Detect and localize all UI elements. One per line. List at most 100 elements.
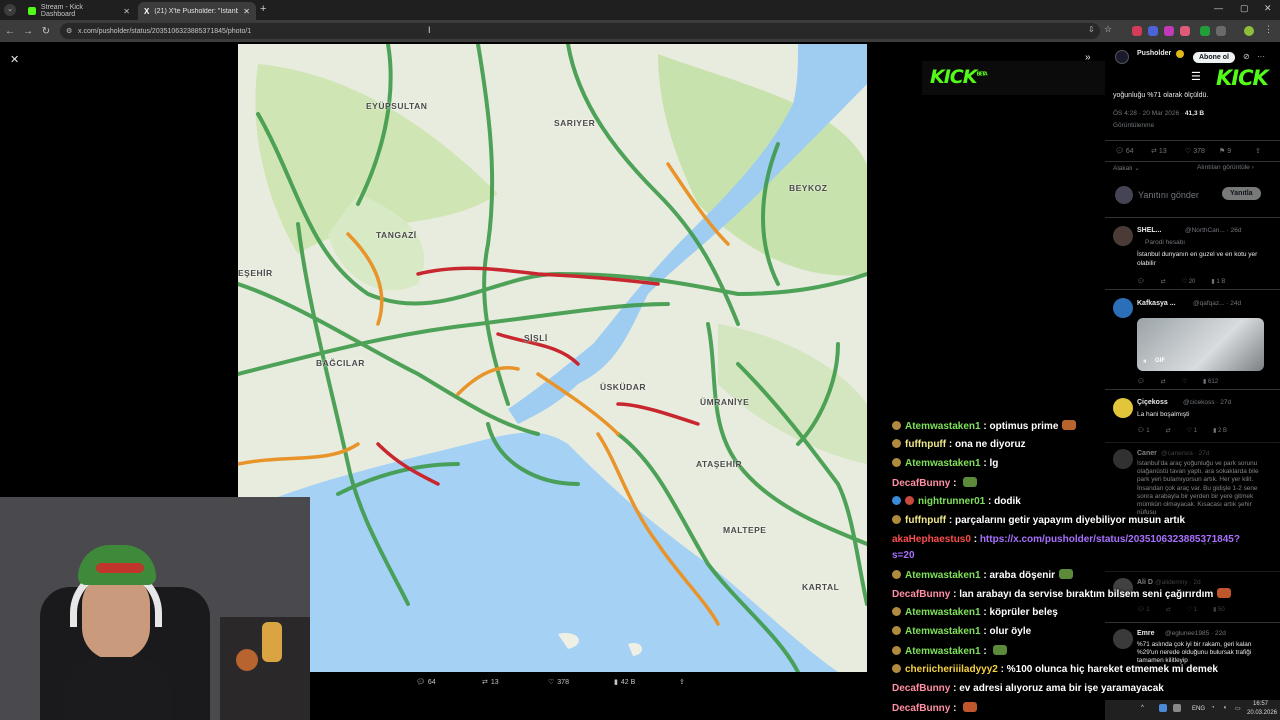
- extension-icon[interactable]: [1148, 26, 1158, 36]
- map-label: ÜMRANİYE: [700, 397, 750, 407]
- bookmark-star-icon[interactable]: ☆: [1104, 24, 1112, 35]
- chat-username[interactable]: fuffnpuff: [905, 515, 946, 526]
- extension-icon[interactable]: [1200, 26, 1210, 36]
- install-app-icon[interactable]: ⇩: [1088, 25, 1095, 34]
- close-photo-icon[interactable]: ✕: [10, 53, 19, 66]
- kick-favicon-icon: [28, 7, 36, 15]
- forward-icon[interactable]: →: [20, 23, 36, 39]
- window-close-icon[interactable]: ✕: [1264, 3, 1272, 14]
- post-author[interactable]: Pusholder: [1137, 50, 1171, 57]
- reply-item[interactable]: Kafkasya ... @qafqaz... · 24d ⏸ GIF 💬︎ ⇄ ♡…: [1105, 289, 1280, 389]
- reload-icon[interactable]: ↻: [38, 23, 54, 39]
- reply-gif[interactable]: ⏸ GIF: [1137, 318, 1264, 371]
- tray-app-icon[interactable]: [1173, 704, 1181, 712]
- reply-item[interactable]: SHEL... @NorthCan... · 26d Parodi hesabı…: [1105, 217, 1280, 289]
- clock-time[interactable]: 16:57: [1253, 701, 1268, 707]
- reply-avatar[interactable]: [1113, 298, 1133, 318]
- sort-dropdown[interactable]: Alakalı ⌄: [1113, 164, 1140, 172]
- reply-author[interactable]: Kafkasya ...: [1137, 300, 1176, 307]
- reply-input[interactable]: Yanıtını gönder: [1138, 190, 1199, 200]
- new-tab-button[interactable]: +: [260, 3, 266, 15]
- pause-icon[interactable]: ⏸: [1143, 358, 1147, 366]
- extension-icon[interactable]: [1132, 26, 1142, 36]
- avatar[interactable]: [1244, 26, 1254, 36]
- extension-icon[interactable]: [1180, 26, 1190, 36]
- wifi-icon[interactable]: ◔: [1211, 705, 1215, 711]
- tab-search-button[interactable]: ⌄: [4, 4, 16, 16]
- bookmark-stat[interactable]: ⚑ 9: [1219, 147, 1231, 155]
- reply-submit-button[interactable]: Yanıtla: [1222, 187, 1261, 200]
- site-info-icon[interactable]: ⚙: [66, 27, 72, 35]
- chat-username[interactable]: nightrunner01: [918, 496, 985, 507]
- repost-icon[interactable]: ⇄: [1161, 278, 1166, 285]
- clock-date[interactable]: 20.03.2026: [1247, 710, 1277, 716]
- chat-username[interactable]: Atemwastaken1: [905, 607, 981, 618]
- reply-avatar[interactable]: [1113, 226, 1133, 246]
- emote-icon: [1217, 588, 1232, 598]
- chat-message: fuffnpuff : parçalarını getir yapayım di…: [892, 515, 1185, 526]
- chat-username[interactable]: Atemwastaken1: [905, 458, 981, 469]
- share-icon[interactable]: ⇪: [1255, 147, 1261, 155]
- back-icon[interactable]: ←: [2, 23, 18, 39]
- chat-username[interactable]: DecafBunny: [892, 589, 950, 600]
- chat-username[interactable]: akaHephaestus0: [892, 534, 971, 545]
- language-indicator[interactable]: ENG: [1192, 706, 1205, 712]
- extension-icon[interactable]: [1216, 26, 1226, 36]
- reply-author[interactable]: Çiçekoss: [1137, 399, 1168, 406]
- chat-username[interactable]: DecafBunny: [892, 478, 950, 489]
- views-button[interactable]: ▮ 42 B: [614, 678, 635, 687]
- repost-stat[interactable]: ⇄ 13: [1151, 147, 1167, 155]
- chat-username[interactable]: Atemwastaken1: [905, 646, 981, 657]
- heart-icon[interactable]: ♡: [1182, 378, 1187, 385]
- chat-username[interactable]: Atemwastaken1: [905, 570, 981, 581]
- x-favicon-icon: X: [144, 6, 150, 16]
- tab-x-post[interactable]: X (21) X'te Pusholder: "İstanbul'd ✕: [138, 2, 256, 20]
- views-icon[interactable]: ▮ 612: [1203, 378, 1218, 385]
- battery-icon[interactable]: ▭: [1235, 705, 1241, 712]
- view-quotes-link[interactable]: Alıntıları görüntüle ›: [1197, 164, 1254, 171]
- more-icon[interactable]: ···: [1257, 52, 1265, 61]
- chat-text: lg: [989, 458, 999, 469]
- reply-button[interactable]: 💬︎ 64: [416, 678, 436, 687]
- chat-message: cheriicheriiiladyyy2 : %100 olunca hiç h…: [892, 664, 1218, 675]
- chat-username[interactable]: fuffnpuff: [905, 439, 946, 450]
- chat-message: Atemwastaken1 : olur öyle: [892, 626, 1031, 637]
- volume-icon[interactable]: ◖: [1223, 705, 1227, 711]
- close-icon[interactable]: ✕: [243, 7, 250, 16]
- tab-kick-dashboard[interactable]: Stream - Kick Dashboard ✕: [22, 2, 136, 20]
- menu-dots-icon[interactable]: ⋮: [1264, 24, 1273, 35]
- tweet-timestamp[interactable]: ÖS 4:28 · 20 Mar 2026 ·: [1113, 110, 1185, 117]
- close-icon[interactable]: ✕: [123, 7, 130, 16]
- like-button[interactable]: ♡ 378: [548, 678, 569, 687]
- view-count: 612: [1208, 379, 1219, 385]
- share-icon: ⇪: [679, 679, 685, 686]
- extension-icon[interactable]: [1164, 26, 1174, 36]
- reply-author[interactable]: SHEL...: [1137, 227, 1162, 234]
- chat-username[interactable]: DecafBunny: [892, 703, 950, 714]
- minimize-icon[interactable]: —: [1214, 3, 1223, 13]
- share-button[interactable]: ⇪: [679, 678, 685, 686]
- chat-username[interactable]: DecafBunny: [892, 683, 950, 694]
- repost-icon[interactable]: ⇄: [1161, 378, 1166, 385]
- chat-link[interactable]: s=20: [892, 550, 915, 561]
- repost-button[interactable]: ⇄ 13: [482, 678, 499, 687]
- reply-icon[interactable]: 💬︎: [1137, 278, 1145, 285]
- tray-chevron-icon[interactable]: ^: [1141, 705, 1144, 711]
- hamburger-menu-icon[interactable]: ☰: [1191, 70, 1201, 83]
- tray-app-icon[interactable]: [1159, 704, 1167, 712]
- like-stat[interactable]: ♡ 378: [1185, 147, 1205, 155]
- grok-icon[interactable]: ⊘: [1243, 52, 1250, 61]
- chat-username[interactable]: cheriicheriiiladyyy2: [905, 664, 998, 675]
- views-icon[interactable]: ▮ 1 B: [1211, 278, 1225, 285]
- chat-username[interactable]: Atemwastaken1: [905, 626, 981, 637]
- reply-avatar[interactable]: [1113, 398, 1133, 418]
- pusholder-avatar[interactable]: [1115, 50, 1129, 64]
- reply-icon[interactable]: 💬︎: [1137, 378, 1145, 385]
- chat-username[interactable]: Atemwastaken1: [905, 421, 981, 432]
- follow-button[interactable]: Abone ol: [1193, 52, 1235, 63]
- address-bar[interactable]: ⚙ x.com/pusholder/status/203510632388537…: [60, 23, 1100, 39]
- heart-icon[interactable]: ♡ 20: [1182, 278, 1196, 285]
- maximize-icon[interactable]: ▢: [1240, 3, 1249, 14]
- chat-link[interactable]: https://x.com/pusholder/status/203510632…: [980, 534, 1240, 545]
- reply-stat[interactable]: 💬︎ 64: [1115, 147, 1134, 155]
